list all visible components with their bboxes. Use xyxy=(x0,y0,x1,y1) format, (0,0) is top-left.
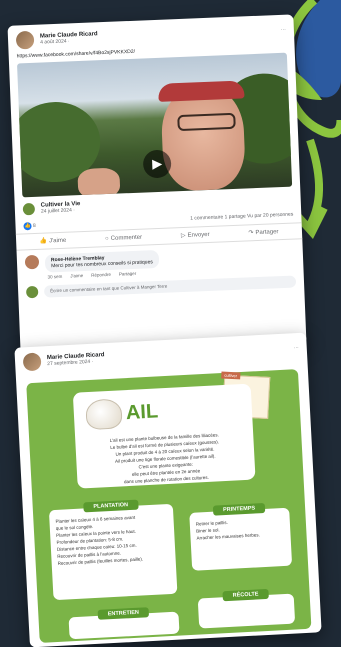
send-button[interactable]: ▷ Envoyer xyxy=(181,231,210,239)
headband-image xyxy=(157,80,245,102)
infographic-title: AIL xyxy=(125,400,159,425)
commenter-avatar[interactable] xyxy=(24,254,40,270)
garlic-infographic[interactable]: cultiver AIL L'ail est une plante bulbeu… xyxy=(26,369,312,643)
write-comment: Écrire un commentaire en tant que Cultiv… xyxy=(25,275,297,299)
stamp-label: cultiver xyxy=(221,371,241,380)
description: L'ail est une plante bulbeuse de la fami… xyxy=(109,432,220,485)
comment-icon: ○ xyxy=(105,235,109,242)
send-icon: ▷ xyxy=(180,232,186,240)
printemps-section: PRINTEMPS Retirer le paillis. Biner le s… xyxy=(189,502,293,571)
like-button[interactable]: 👍 J'aime xyxy=(39,237,67,245)
shared-date: 24 juillet 2024 · xyxy=(40,207,75,215)
comment-share-link[interactable]: Partager xyxy=(119,271,136,277)
avatar[interactable] xyxy=(22,352,42,372)
more-options-icon[interactable]: ··· xyxy=(281,27,286,33)
play-icon[interactable]: ▶ xyxy=(142,149,172,179)
comment-like-link[interactable]: J'aime xyxy=(70,273,83,279)
reaction-count[interactable]: 8 xyxy=(33,223,36,229)
like-reaction-icon[interactable]: 👍 xyxy=(23,222,32,231)
current-user-avatar xyxy=(25,285,39,299)
comment-time: 30 sem xyxy=(47,273,63,280)
hand-image xyxy=(77,167,121,198)
thumbs-up-icon: 👍 xyxy=(39,238,48,245)
more-options-icon[interactable]: ··· xyxy=(294,345,299,351)
share-icon: ↷ xyxy=(248,230,254,237)
page-avatar[interactable] xyxy=(22,202,36,216)
glasses-image xyxy=(177,112,236,132)
recolte-label: RÉCOLTE xyxy=(222,588,269,602)
entretien-label: ENTRETIEN xyxy=(97,607,150,620)
comment-reply-link[interactable]: Répondre xyxy=(91,272,111,278)
video-player[interactable]: ▶ xyxy=(17,52,293,198)
recolte-section: RÉCOLTE xyxy=(197,588,296,629)
title-panel: AIL L'ail est une plante bulbeuse de la … xyxy=(72,383,256,489)
comment-input[interactable]: Écrire un commentaire en tant que Cultiv… xyxy=(43,275,297,298)
engagement-summary[interactable]: 1 commentaire 1 partage Vu par 20 person… xyxy=(190,212,293,224)
facebook-post-video: Marie Claude Ricard 4 août 2024 · ··· ht… xyxy=(7,14,307,356)
garlic-image xyxy=(85,398,123,431)
avatar[interactable] xyxy=(15,30,35,50)
facebook-post-infographic: Marie Claude Ricard 27 septembre 2024 · … xyxy=(14,332,322,647)
entretien-section: ENTRETIEN xyxy=(68,607,180,640)
comment-button[interactable]: ○ Commenter xyxy=(105,234,142,242)
plantation-section: PLANTATION Planter les caïeux 4 à 6 sema… xyxy=(48,499,178,601)
share-button[interactable]: ↷ Partager xyxy=(248,228,278,237)
